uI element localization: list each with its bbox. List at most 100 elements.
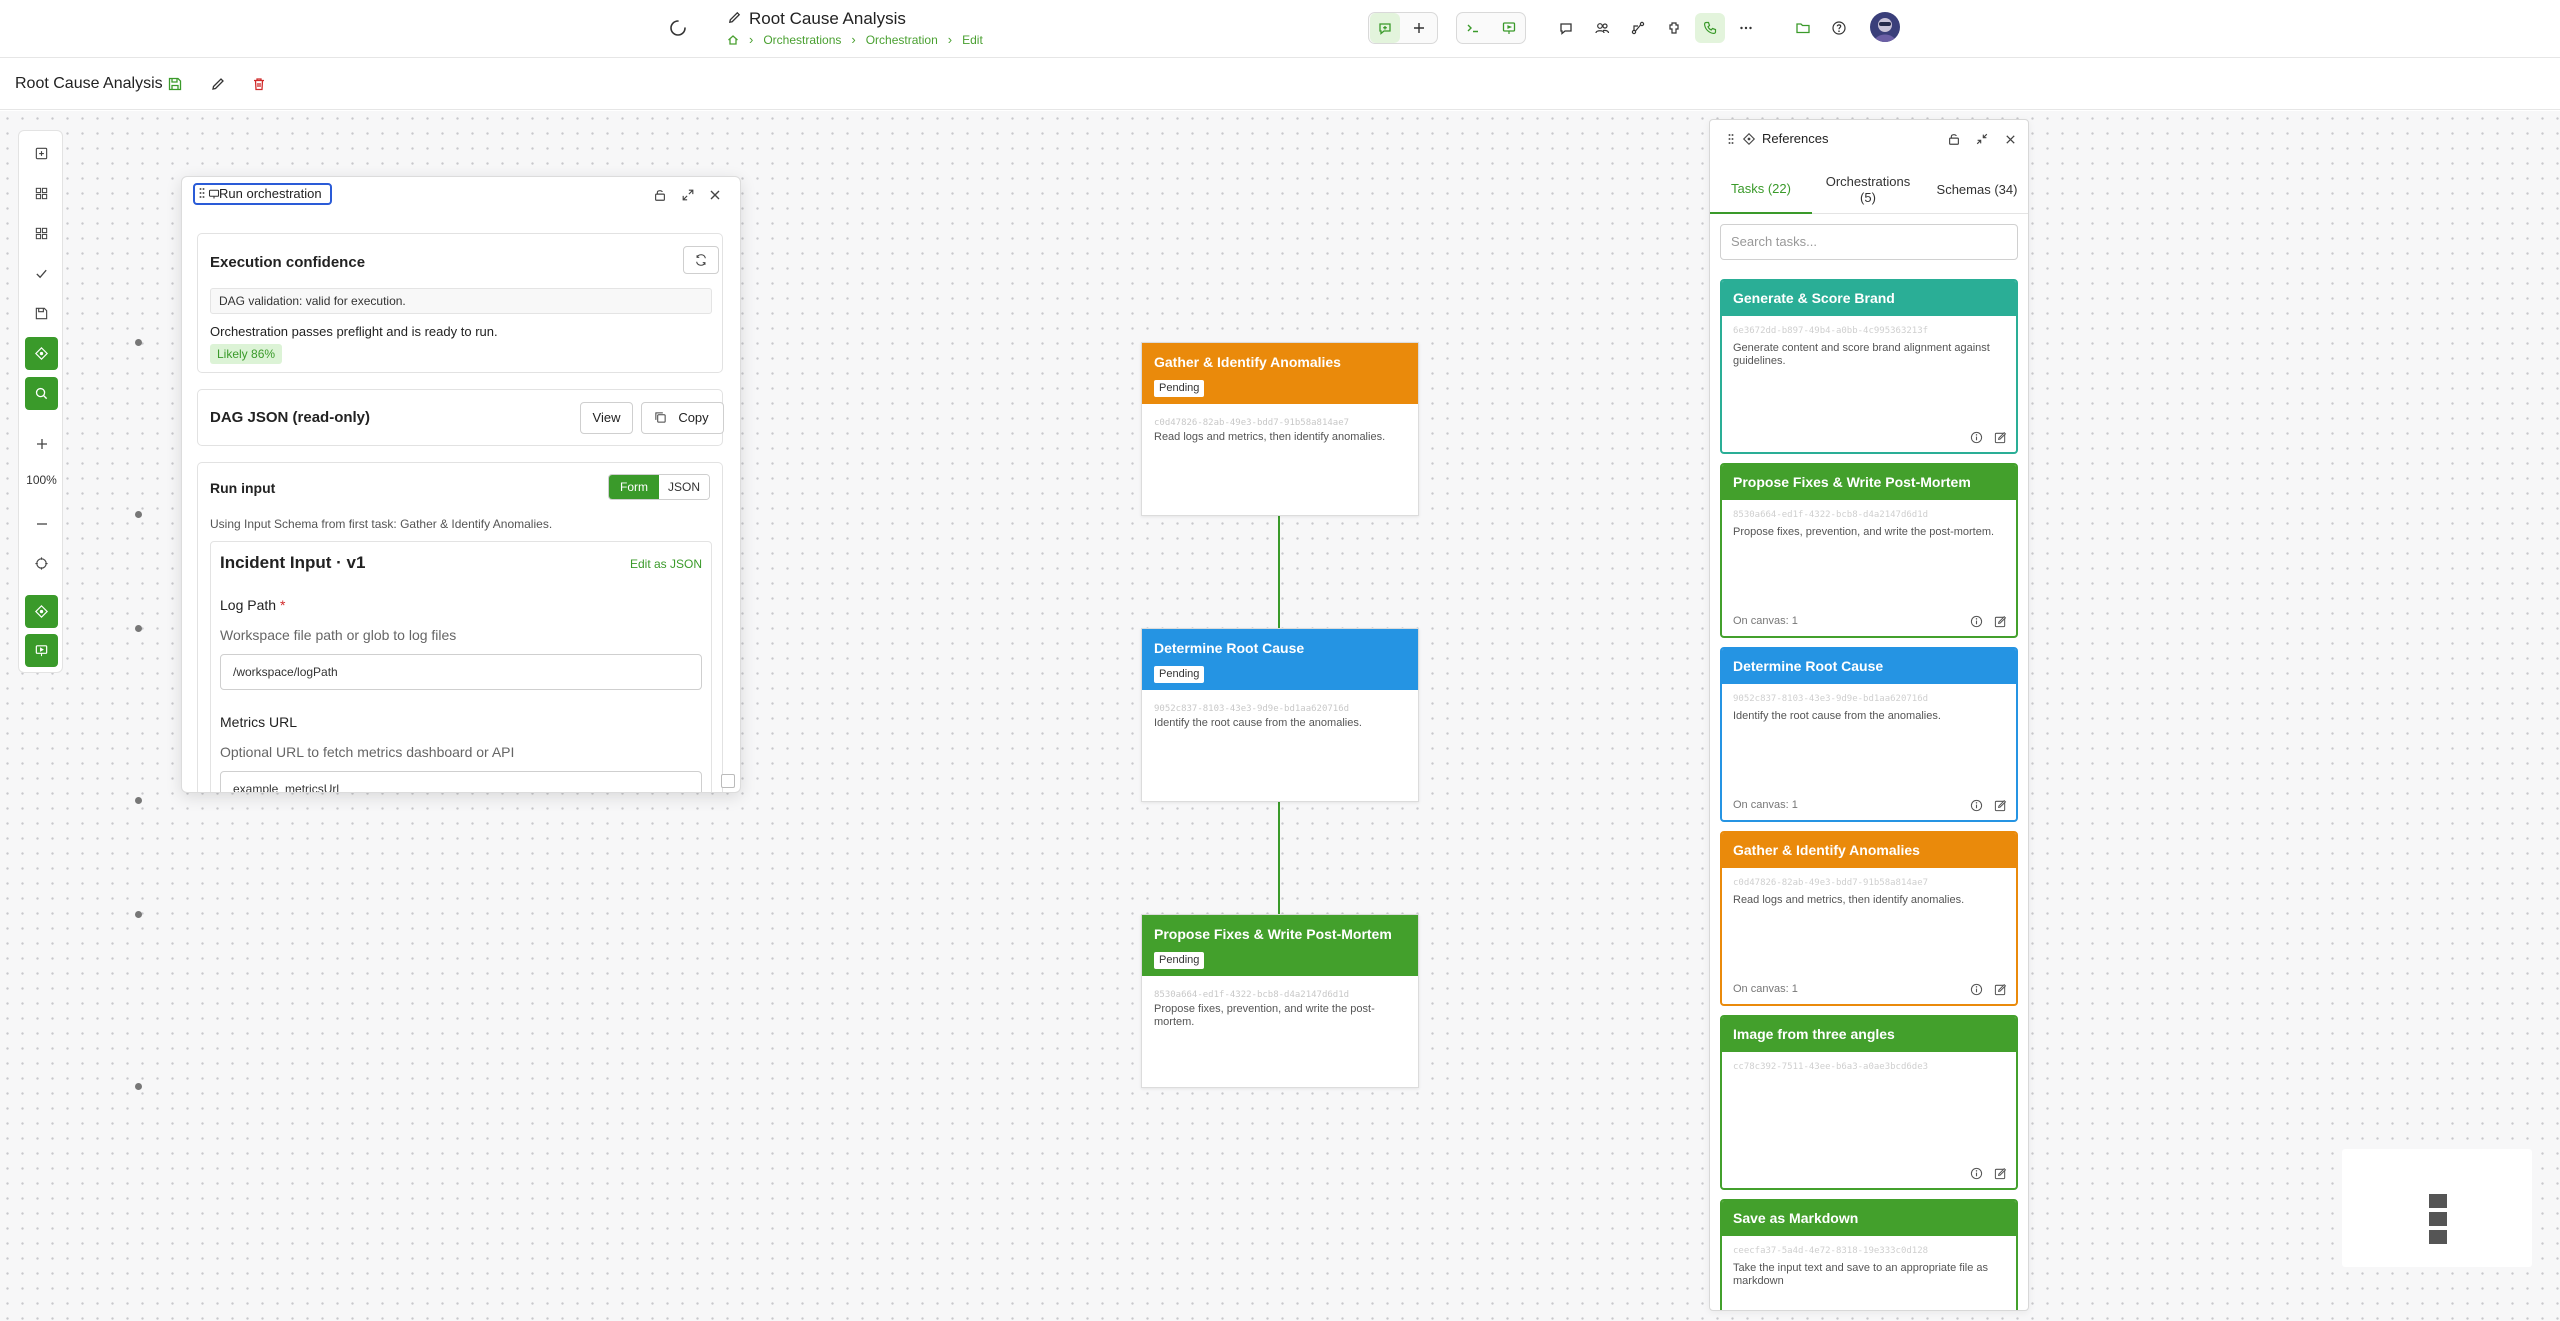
minimap[interactable] (2342, 1149, 2532, 1267)
search-tasks-input[interactable]: Search tasks... (1720, 224, 2018, 260)
add-node-icon[interactable] (25, 137, 58, 170)
pencil-icon[interactable] (727, 10, 742, 25)
tab-orchestrations[interactable]: Orchestrations (5) (1812, 166, 1924, 214)
breadcrumb-orchestration-link[interactable]: Orchestration (866, 33, 938, 47)
delete-icon[interactable] (248, 73, 270, 95)
node-id: 8530a664-ed1f-4322-bcb8-d4a2147d6d1d (1154, 990, 1350, 1000)
reference-task-card[interactable]: Image from three angles cc78c392-7511-43e… (1720, 1015, 2018, 1190)
reference-task-card[interactable]: Save as Markdown ceecfa37-5a4d-4e72-8318-… (1720, 1199, 2018, 1310)
run-panel-icon[interactable] (25, 634, 58, 667)
plugin-icon[interactable] (1659, 13, 1689, 43)
terminal-button[interactable] (1458, 13, 1488, 43)
edit-icon[interactable] (207, 73, 229, 95)
copy-button[interactable]: Copy (641, 402, 724, 434)
info-icon[interactable] (1970, 615, 1983, 628)
close-icon[interactable] (706, 186, 724, 204)
log-path-input[interactable]: /workspace/logPath (220, 654, 702, 690)
chevron-right-icon: › (851, 32, 856, 47)
view-button[interactable]: View (580, 402, 633, 434)
breadcrumb: › Orchestrations › Orchestration › Edit (727, 32, 983, 47)
edit-icon[interactable] (1994, 615, 2007, 628)
output-port[interactable] (135, 797, 142, 804)
zoom-out-icon[interactable] (25, 507, 58, 540)
form-mode-button[interactable]: Form (609, 475, 659, 499)
output-port[interactable] (135, 511, 142, 518)
input-port[interactable] (135, 339, 142, 346)
tab-schemas[interactable]: Schemas (34) (1924, 166, 2028, 214)
reference-task-card[interactable]: Propose Fixes & Write Post-Mortem 8530a66… (1720, 463, 2018, 638)
edit-icon[interactable] (1994, 1167, 2007, 1180)
card-title: Image from three angles (1722, 1017, 2016, 1052)
home-icon[interactable] (727, 34, 739, 46)
edit-icon[interactable] (1994, 983, 2007, 996)
help-icon[interactable] (1824, 13, 1854, 43)
metrics-url-input[interactable]: example_metricsUrl (220, 771, 702, 792)
layout-icon[interactable] (25, 217, 58, 250)
task-node[interactable]: Determine Root Cause Pending 9052c837-81… (1141, 628, 1419, 802)
page-title: Root Cause Analysis (749, 9, 906, 28)
resize-handle-icon[interactable] (721, 774, 735, 788)
orchestration-tools-icon[interactable] (25, 595, 58, 628)
refresh-button[interactable] (683, 246, 719, 274)
top-bar: Root Cause Analysis › Orchestrations › O… (0, 0, 2560, 58)
close-icon[interactable] (2002, 131, 2018, 147)
info-icon[interactable] (1970, 799, 1983, 812)
card-title: Run input (210, 480, 276, 496)
task-description: Identify the root cause from the anomali… (1733, 710, 1941, 722)
add-button[interactable] (1404, 13, 1434, 43)
orchestration-node-icon[interactable] (25, 337, 58, 370)
drag-handle-icon[interactable] (1723, 131, 1739, 147)
phone-icon[interactable] (1695, 13, 1725, 43)
save-icon[interactable] (164, 73, 186, 95)
info-icon[interactable] (1970, 983, 1983, 996)
grid-icon[interactable] (25, 177, 58, 210)
info-icon[interactable] (1970, 1167, 1983, 1180)
breadcrumb-edit-link[interactable]: Edit (962, 33, 983, 47)
info-icon[interactable] (1970, 431, 1983, 444)
minimize-icon[interactable] (1974, 131, 1990, 147)
avatar[interactable] (1870, 12, 1900, 42)
validate-check-icon[interactable] (25, 257, 58, 290)
edit-icon[interactable] (1994, 799, 2007, 812)
save-canvas-icon[interactable] (25, 297, 58, 330)
reference-task-card[interactable]: Determine Root Cause 9052c837-8103-43e3-9… (1720, 647, 2018, 822)
validation-message: DAG validation: valid for execution. (210, 288, 712, 314)
on-canvas-count: On canvas: 1 (1733, 615, 1798, 627)
workflow-icon[interactable] (1623, 13, 1653, 43)
reference-task-card[interactable]: Generate & Score Brand 6e3672dd-b897-49b4… (1720, 279, 2018, 454)
canvas-toolbar: 100% (18, 130, 63, 673)
document-bar: Root Cause Analysis (0, 58, 2560, 110)
task-id: c0d47826-82ab-49e3-bdd7-91b58a814ae7 (1733, 878, 1929, 888)
breadcrumb-orchestrations-link[interactable]: Orchestrations (763, 33, 841, 47)
unlock-icon[interactable] (651, 186, 669, 204)
card-title: Generate & Score Brand (1722, 281, 2016, 316)
new-orchestration-button[interactable] (1370, 13, 1400, 43)
task-node[interactable]: Gather & Identify Anomalies Pending c0d4… (1141, 342, 1419, 516)
chat-icon[interactable] (1551, 13, 1581, 43)
node-description: Identify the root cause from the anomali… (1154, 717, 1362, 729)
unlock-icon[interactable] (1946, 131, 1962, 147)
edit-icon[interactable] (1994, 431, 2007, 444)
required-marker: * (279, 597, 286, 613)
json-mode-button[interactable]: JSON (659, 475, 709, 499)
task-node[interactable]: Propose Fixes & Write Post-Mortem Pendin… (1141, 914, 1419, 1088)
more-icon[interactable] (1731, 13, 1761, 43)
tab-tasks[interactable]: Tasks (22) (1710, 166, 1812, 214)
run-orchestration-tab[interactable]: Run orchestration (193, 183, 332, 205)
run-presentation-button[interactable] (1494, 13, 1524, 43)
input-port[interactable] (135, 625, 142, 632)
maximize-icon[interactable] (679, 186, 697, 204)
search-node-icon[interactable] (25, 377, 58, 410)
output-port[interactable] (135, 1083, 142, 1090)
fit-view-icon[interactable] (25, 547, 58, 580)
zoom-in-icon[interactable] (25, 427, 58, 460)
node-description: Read logs and metrics, then identify ano… (1154, 431, 1386, 443)
task-description: Take the input text and save to an appro… (1733, 1262, 1988, 1287)
drag-handle-icon[interactable] (199, 187, 205, 199)
reference-task-card[interactable]: Gather & Identify Anomalies c0d47826-82ab… (1720, 831, 2018, 1006)
edit-as-json-link[interactable]: Edit as JSON (630, 557, 702, 571)
input-port[interactable] (135, 911, 142, 918)
metrics-url-description: Optional URL to fetch metrics dashboard … (220, 744, 515, 760)
folder-icon[interactable] (1788, 13, 1818, 43)
users-icon[interactable] (1587, 13, 1617, 43)
